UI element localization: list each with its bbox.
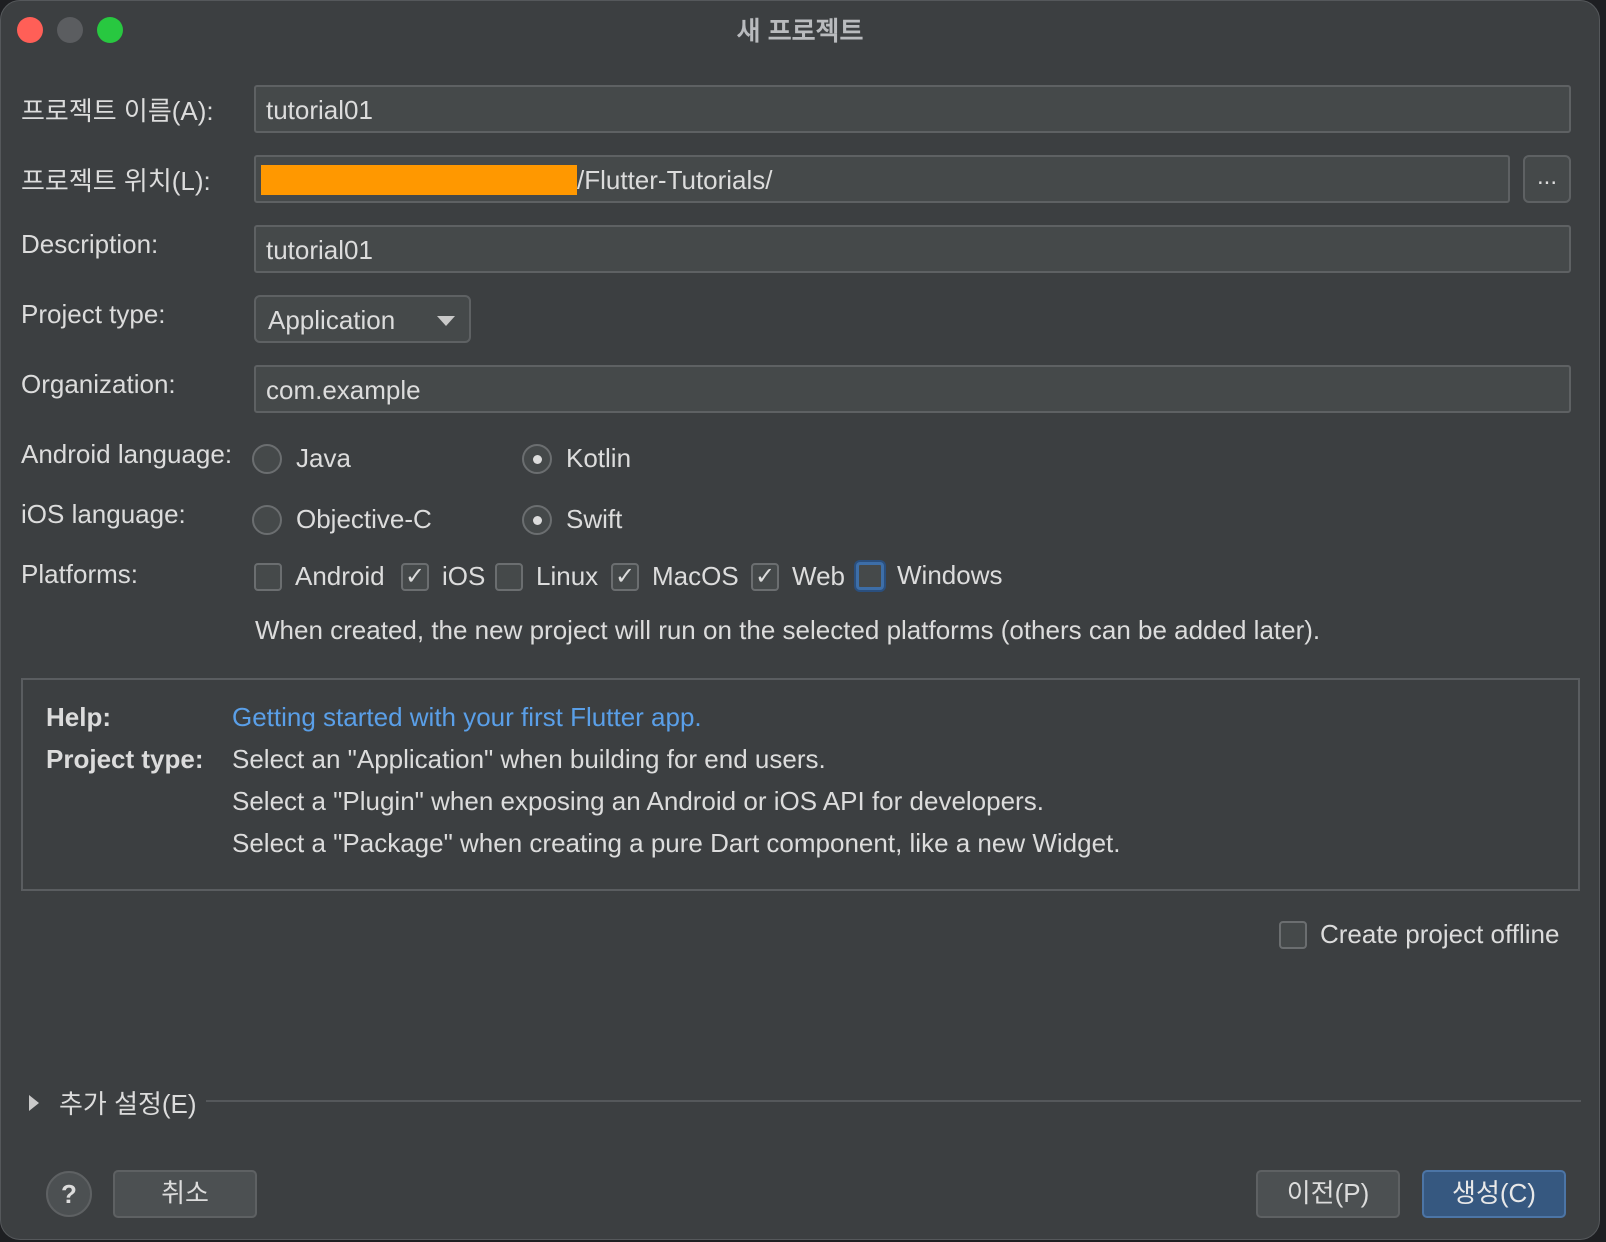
platform-linux-label: Linux bbox=[536, 561, 599, 591]
ios-swift-label: Swift bbox=[566, 504, 623, 534]
title-bar: 새 프로젝트 bbox=[1, 1, 1599, 55]
platform-android[interactable]: Android bbox=[254, 561, 385, 592]
ios-language-swift[interactable]: Swift bbox=[522, 504, 622, 535]
android-language-label: Android language: bbox=[21, 439, 233, 469]
android-kotlin-label: Kotlin bbox=[566, 443, 632, 473]
advanced-settings-toggle[interactable]: 추가 설정(E) bbox=[29, 1084, 197, 1121]
redacted-path bbox=[261, 165, 577, 196]
radio-swift[interactable] bbox=[522, 504, 552, 535]
radio-kotlin[interactable] bbox=[522, 443, 552, 474]
organization-value: com.example bbox=[266, 375, 421, 405]
radio-java[interactable] bbox=[252, 443, 282, 474]
checkbox-web[interactable]: ✓ bbox=[751, 562, 779, 591]
platform-macos-label: MacOS bbox=[652, 561, 739, 591]
checkbox-linux[interactable] bbox=[495, 562, 523, 591]
question-icon[interactable]: ? bbox=[46, 1171, 92, 1217]
platforms-note: When created, the new project will run o… bbox=[255, 615, 1321, 645]
description-label: Description: bbox=[21, 229, 159, 259]
project-location-input[interactable]: /Flutter-Tutorials/ bbox=[254, 155, 1510, 203]
chevron-down-icon bbox=[437, 316, 455, 326]
ios-language-label: iOS language: bbox=[21, 499, 186, 529]
new-project-dialog: 새 프로젝트 프로젝트 이름(A): tutorial01 프로젝트 위치(L)… bbox=[0, 0, 1600, 1240]
radio-objective-c[interactable] bbox=[252, 504, 282, 535]
project-location-label: 프로젝트 위치(L): bbox=[21, 166, 211, 196]
help-line-plugin: Select a "Plugin" when exposing an Andro… bbox=[232, 786, 1044, 816]
help-label: Help: bbox=[46, 702, 111, 732]
platforms-label: Platforms: bbox=[21, 559, 139, 589]
help-line-package: Select a "Package" when creating a pure … bbox=[232, 828, 1121, 858]
platform-windows-label: Windows bbox=[897, 560, 1003, 590]
platform-android-label: Android bbox=[295, 561, 385, 591]
checkbox-android[interactable] bbox=[254, 562, 282, 591]
project-type-select[interactable]: Application bbox=[254, 295, 471, 343]
project-name-label: 프로젝트 이름(A): bbox=[21, 96, 214, 126]
advanced-settings-label: 추가 설정(E) bbox=[59, 1089, 197, 1119]
project-name-value: tutorial01 bbox=[266, 95, 373, 125]
description-input[interactable]: tutorial01 bbox=[254, 225, 1571, 273]
project-type-label: Project type: bbox=[21, 299, 166, 329]
platform-ios-label: iOS bbox=[442, 561, 486, 591]
window-title: 새 프로젝트 bbox=[736, 16, 864, 46]
organization-label: Organization: bbox=[21, 369, 176, 399]
platform-macos[interactable]: ✓ MacOS bbox=[611, 561, 739, 592]
help-panel: Help: Getting started with your first Fl… bbox=[21, 678, 1580, 891]
platform-web[interactable]: ✓ Web bbox=[751, 561, 845, 592]
checkbox-macos[interactable]: ✓ bbox=[611, 562, 639, 591]
help-project-type-label: Project type: bbox=[46, 744, 204, 774]
platform-web-label: Web bbox=[792, 561, 845, 591]
project-name-input[interactable]: tutorial01 bbox=[254, 85, 1571, 133]
create-offline-option[interactable]: Create project offline bbox=[1279, 919, 1559, 950]
advanced-divider bbox=[206, 1100, 1581, 1102]
platform-linux[interactable]: Linux bbox=[495, 561, 598, 592]
project-location-suffix: /Flutter-Tutorials/ bbox=[577, 165, 773, 195]
android-language-java[interactable]: Java bbox=[252, 443, 351, 474]
android-language-kotlin[interactable]: Kotlin bbox=[522, 443, 631, 474]
checkbox-ios[interactable]: ✓ bbox=[401, 562, 429, 591]
create-offline-label: Create project offline bbox=[1320, 919, 1560, 949]
platform-windows[interactable]: Windows bbox=[856, 560, 1002, 591]
help-line-application: Select an "Application" when building fo… bbox=[232, 744, 826, 774]
triangle-right-icon bbox=[29, 1094, 39, 1111]
create-button[interactable]: 생성(C) bbox=[1422, 1170, 1566, 1218]
previous-button[interactable]: 이전(P) bbox=[1256, 1170, 1400, 1218]
ios-language-objc[interactable]: Objective-C bbox=[252, 504, 432, 535]
android-java-label: Java bbox=[296, 443, 351, 473]
browse-button[interactable]: ... bbox=[1523, 155, 1571, 203]
checkbox-create-offline[interactable] bbox=[1279, 920, 1307, 949]
description-value: tutorial01 bbox=[266, 235, 373, 265]
organization-input[interactable]: com.example bbox=[254, 365, 1571, 413]
cancel-button[interactable]: 취소 bbox=[113, 1170, 257, 1218]
checkbox-windows[interactable] bbox=[856, 561, 884, 590]
project-type-value: Application bbox=[268, 305, 396, 335]
platform-ios[interactable]: ✓ iOS bbox=[401, 561, 485, 592]
getting-started-link[interactable]: Getting started with your first Flutter … bbox=[232, 702, 702, 733]
ios-objc-label: Objective-C bbox=[296, 504, 432, 534]
